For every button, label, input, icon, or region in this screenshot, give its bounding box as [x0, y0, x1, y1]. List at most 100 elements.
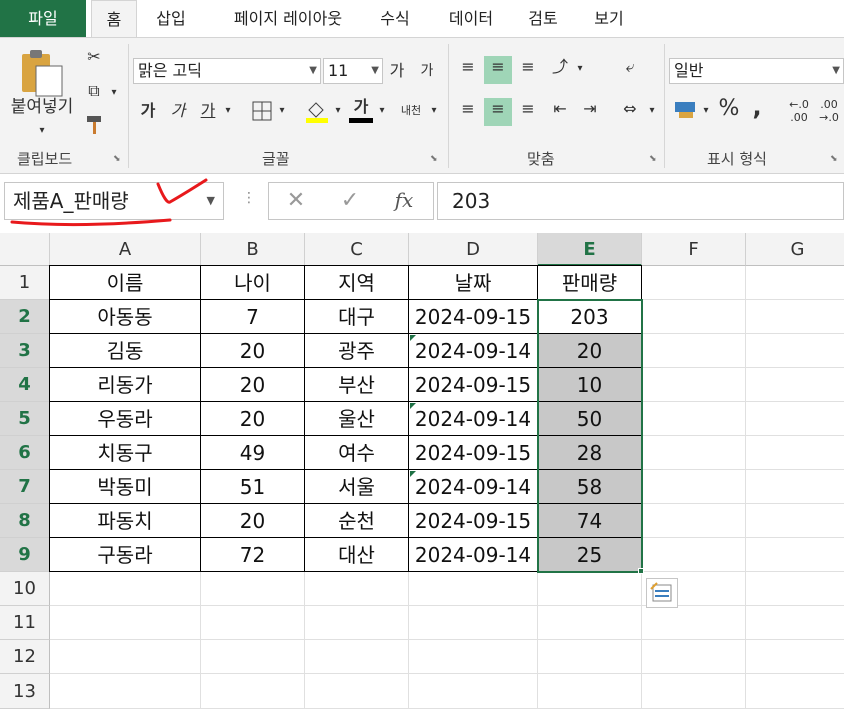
cell-e2[interactable]: 203: [537, 299, 642, 334]
percent-button[interactable]: %: [716, 98, 742, 120]
orientation-dropdown-icon[interactable]: ▾: [574, 58, 586, 80]
number-format-select[interactable]: 일반 ▼: [669, 58, 844, 84]
cell-b5[interactable]: 20: [200, 401, 305, 436]
cell-d4[interactable]: 2024-09-15: [408, 367, 538, 402]
cell-b13[interactable]: [201, 674, 305, 709]
underline-dropdown-icon[interactable]: ▾: [222, 100, 234, 122]
grow-font-button[interactable]: 가: [386, 60, 408, 82]
cell-b6[interactable]: 49: [200, 435, 305, 470]
cell-f11[interactable]: [642, 606, 746, 640]
font-name-select[interactable]: 맑은 고딕 ▼: [133, 58, 321, 84]
phonetic-button[interactable]: 내천: [398, 100, 424, 122]
cut-icon[interactable]: ✂: [82, 46, 106, 68]
cell-a9[interactable]: 구동라: [49, 537, 201, 572]
comma-button[interactable]: ,: [746, 95, 768, 119]
font-launcher-icon[interactable]: ⬊: [430, 154, 440, 164]
underline-button[interactable]: 가: [198, 100, 218, 122]
column-header-d[interactable]: D: [409, 233, 538, 266]
cell-e7[interactable]: 58: [537, 469, 642, 504]
row-header-5[interactable]: 5: [0, 402, 50, 436]
clipboard-launcher-icon[interactable]: ⬊: [113, 154, 123, 164]
orientation-icon[interactable]: ⤴: [548, 56, 572, 84]
bold-button[interactable]: 가: [138, 100, 158, 122]
copy-dropdown-icon[interactable]: ▾: [108, 82, 120, 104]
alignment-launcher-icon[interactable]: ⬊: [649, 154, 659, 164]
cell-c1[interactable]: 지역: [304, 265, 409, 300]
column-header-a[interactable]: A: [50, 233, 201, 266]
cell-c13[interactable]: [305, 674, 409, 709]
cell-d10[interactable]: [409, 572, 538, 606]
cell-b1[interactable]: 나이: [200, 265, 305, 300]
cell-c6[interactable]: 여수: [304, 435, 409, 470]
cell-f1[interactable]: [642, 266, 746, 300]
enter-icon[interactable]: ✓: [335, 190, 365, 212]
cell-g1[interactable]: [746, 266, 844, 300]
increase-decimal-button[interactable]: ←.0 .00: [784, 98, 814, 124]
align-top-icon[interactable]: ≡: [454, 56, 482, 84]
cell-e11[interactable]: [538, 606, 642, 640]
row-header-1[interactable]: 1: [0, 266, 50, 300]
cell-e9[interactable]: 25: [537, 537, 642, 572]
select-all-corner[interactable]: [0, 233, 50, 266]
cell-g3[interactable]: [746, 334, 844, 368]
cell-f12[interactable]: [642, 640, 746, 674]
cell-b7[interactable]: 51: [200, 469, 305, 504]
accounting-dropdown-icon[interactable]: ▾: [700, 100, 712, 122]
cell-g9[interactable]: [746, 538, 844, 572]
fill-color-icon[interactable]: [302, 98, 330, 130]
cell-f8[interactable]: [642, 504, 746, 538]
cell-b9[interactable]: 72: [200, 537, 305, 572]
cell-f9[interactable]: [642, 538, 746, 572]
cell-g11[interactable]: [746, 606, 844, 640]
insert-function-button[interactable]: fx: [389, 189, 419, 211]
decrease-indent-icon[interactable]: ⇤: [546, 98, 574, 126]
cell-a8[interactable]: 파동치: [49, 503, 201, 538]
cell-b3[interactable]: 20: [200, 333, 305, 368]
align-left-icon[interactable]: ≡: [454, 98, 482, 126]
cell-e1[interactable]: 판매량: [537, 265, 642, 300]
cell-e8[interactable]: 74: [537, 503, 642, 538]
cell-f2[interactable]: [642, 300, 746, 334]
cell-a5[interactable]: 우동라: [49, 401, 201, 436]
column-header-b[interactable]: B: [201, 233, 305, 266]
quick-analysis-icon[interactable]: [646, 578, 678, 608]
align-center-icon[interactable]: ≡: [484, 98, 512, 126]
row-header-10[interactable]: 10: [0, 572, 50, 606]
phonetic-dropdown-icon[interactable]: ▾: [428, 100, 440, 122]
row-header-3[interactable]: 3: [0, 334, 50, 368]
cell-d13[interactable]: [409, 674, 538, 709]
cancel-icon[interactable]: ✕: [281, 190, 311, 212]
tab-data[interactable]: 데이터: [436, 0, 506, 37]
wrap-text-icon[interactable]: ⤶: [616, 56, 644, 84]
row-header-7[interactable]: 7: [0, 470, 50, 504]
cell-g12[interactable]: [746, 640, 844, 674]
font-color-button[interactable]: 가: [348, 96, 374, 123]
column-header-g[interactable]: G: [746, 233, 844, 266]
number-launcher-icon[interactable]: ⬊: [830, 154, 840, 164]
cell-a1[interactable]: 이름: [49, 265, 201, 300]
formula-input[interactable]: 203: [437, 182, 844, 220]
cell-d3[interactable]: 2024-09-14: [408, 333, 538, 368]
row-header-11[interactable]: 11: [0, 606, 50, 640]
cell-c3[interactable]: 광주: [304, 333, 409, 368]
cell-f13[interactable]: [642, 674, 746, 709]
cell-d5[interactable]: 2024-09-14: [408, 401, 538, 436]
cell-b8[interactable]: 20: [200, 503, 305, 538]
cell-f3[interactable]: [642, 334, 746, 368]
cell-a4[interactable]: 리동가: [49, 367, 201, 402]
tab-insert[interactable]: 삽입: [146, 0, 196, 37]
cell-g5[interactable]: [746, 402, 844, 436]
cell-b12[interactable]: [201, 640, 305, 674]
cell-c11[interactable]: [305, 606, 409, 640]
tab-formulas[interactable]: 수식: [370, 0, 420, 37]
cell-g13[interactable]: [746, 674, 844, 709]
cell-a12[interactable]: [50, 640, 201, 674]
cell-g6[interactable]: [746, 436, 844, 470]
cell-c4[interactable]: 부산: [304, 367, 409, 402]
cell-f6[interactable]: [642, 436, 746, 470]
paste-button[interactable]: 붙여넣기: [4, 96, 80, 118]
decrease-decimal-button[interactable]: .00 →.0: [814, 98, 844, 124]
cell-c9[interactable]: 대산: [304, 537, 409, 572]
row-header-6[interactable]: 6: [0, 436, 50, 470]
column-header-c[interactable]: C: [305, 233, 409, 266]
